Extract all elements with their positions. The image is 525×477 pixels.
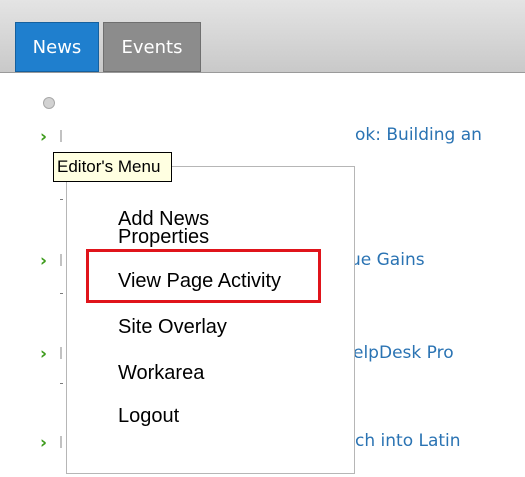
news-link[interactable]: ue Gains (350, 249, 425, 271)
news-link[interactable]: ch into Latin (355, 430, 461, 452)
highlight-box (86, 249, 321, 303)
divider (60, 436, 62, 448)
news-item[interactable]: › ok: Building an (40, 124, 525, 150)
divider (60, 254, 62, 266)
tab-events[interactable]: Events (103, 22, 201, 72)
divider (60, 130, 62, 142)
menu-item-properties[interactable]: Properties (118, 224, 209, 250)
news-link[interactable]: ok: Building an (355, 124, 482, 146)
dot (60, 199, 63, 200)
menu-item-logout[interactable]: Logout (118, 403, 179, 429)
chevron-right-icon: › (40, 344, 48, 364)
tab-news[interactable]: News (15, 22, 99, 72)
tooltip-editors-menu: Editor's Menu (53, 152, 172, 182)
dot (60, 293, 63, 294)
dot (60, 383, 63, 384)
chevron-right-icon: › (40, 433, 48, 453)
divider (60, 347, 62, 359)
menu-item-site-overlay[interactable]: Site Overlay (118, 314, 227, 340)
news-link[interactable]: elpDesk Pro (353, 342, 454, 364)
loading-dot-icon (43, 97, 55, 109)
chevron-right-icon: › (40, 251, 48, 271)
editor-menu: Add News Properties View Page Activity S… (66, 166, 355, 474)
tab-bar: News Events (0, 0, 525, 73)
menu-item-workarea[interactable]: Workarea (118, 360, 204, 386)
chevron-right-icon: › (40, 127, 48, 147)
